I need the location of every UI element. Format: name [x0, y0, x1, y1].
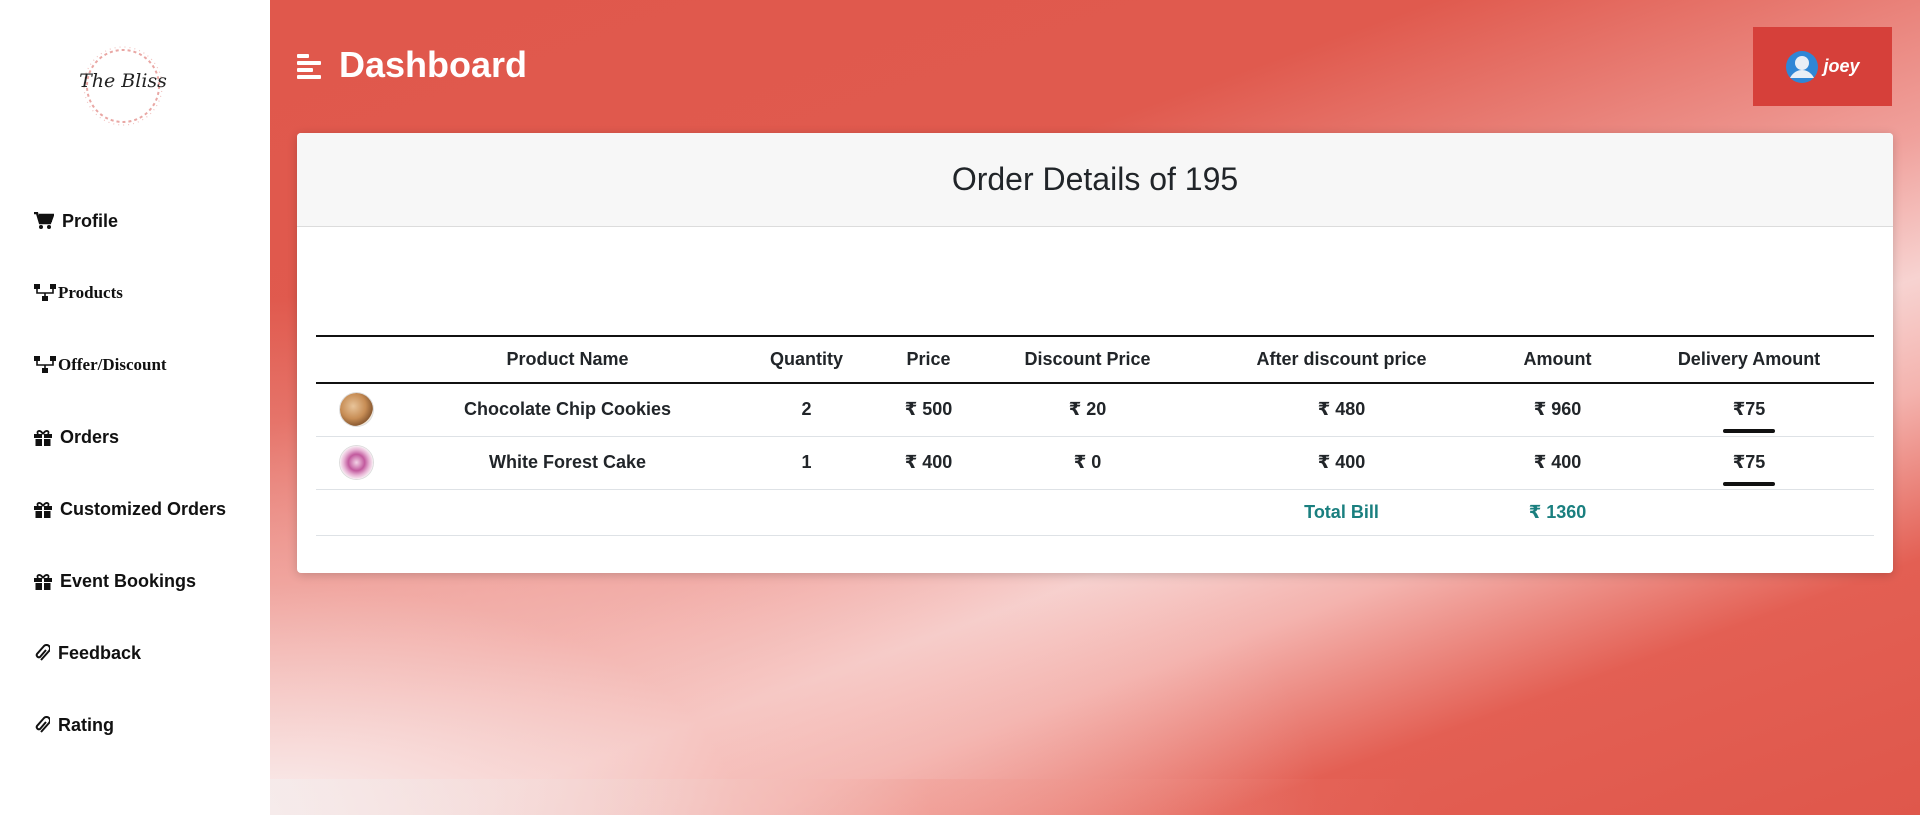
product-image-cell — [316, 383, 396, 437]
column-header-discount-price: Discount Price — [983, 335, 1192, 384]
delivery-amount-cell: ₹75 — [1624, 383, 1874, 437]
sidebar-item-label: Customized Orders — [60, 498, 227, 519]
sidebar-item-label: Offer/Discount — [58, 355, 167, 374]
gift-icon — [34, 501, 52, 518]
delivery-amount: ₹75 — [1722, 452, 1775, 486]
table-row: Chocolate Chip Cookies 2 ₹ 500 ₹ 20 ₹ 48… — [316, 383, 1874, 437]
total-bill-label: Total Bill — [1192, 489, 1491, 536]
delivery-amount: ₹75 — [1722, 399, 1775, 434]
brand-logo[interactable]: The Bliss — [78, 44, 168, 128]
sidebar-item-products[interactable]: Products — [34, 278, 123, 308]
sidebar-item-label: Rating — [58, 714, 114, 735]
price: ₹ 400 — [874, 436, 983, 490]
paperclip-icon — [35, 716, 50, 733]
gift-icon — [34, 573, 52, 590]
column-header-price: Price — [874, 335, 983, 384]
user-menu-button[interactable]: joey — [1753, 27, 1892, 106]
sidebar-item-rating[interactable]: Rating — [34, 710, 114, 740]
amount: ₹ 400 — [1491, 436, 1624, 490]
delivery-amount-cell: ₹75 — [1624, 436, 1874, 490]
sidebar-item-orders[interactable]: Orders — [34, 422, 119, 452]
sidebar-item-label: Feedback — [58, 642, 142, 663]
sitemap-icon — [34, 356, 56, 373]
product-name: Chocolate Chip Cookies — [396, 383, 739, 437]
discount-price: ₹ 0 — [983, 436, 1192, 490]
cart-icon — [34, 212, 54, 229]
sitemap-icon — [34, 284, 56, 301]
column-header-product-name: Product Name — [396, 335, 739, 384]
gift-icon — [34, 429, 52, 446]
sidebar-item-customized-orders[interactable]: Customized Orders — [34, 494, 226, 524]
total-bill-value: ₹ 1360 — [1491, 489, 1624, 536]
after-discount-price: ₹ 480 — [1192, 383, 1491, 437]
product-name: White Forest Cake — [396, 436, 739, 490]
column-header-image — [316, 335, 396, 384]
footer-strip — [270, 779, 1920, 815]
sidebar-item-profile[interactable]: Profile — [34, 206, 118, 236]
column-header-after-discount-price: After discount price — [1192, 335, 1491, 384]
product-image-cell — [316, 436, 396, 490]
sidebar-item-label: Products — [58, 283, 123, 302]
sidebar-item-label: Event Bookings — [60, 570, 197, 591]
price: ₹ 500 — [874, 383, 983, 437]
product-thumbnail[interactable] — [339, 393, 373, 427]
sidebar-item-event-bookings[interactable]: Event Bookings — [34, 566, 196, 596]
quantity: 2 — [739, 383, 874, 437]
card-header: Order Details of 195 — [297, 133, 1893, 227]
amount: ₹ 960 — [1491, 383, 1624, 437]
sidebar-item-feedback[interactable]: Feedback — [34, 638, 141, 668]
menu-toggle-icon[interactable] — [297, 54, 321, 80]
sidebar-item-label: Profile — [62, 210, 119, 231]
logo-text: The Bliss — [79, 70, 167, 92]
table-header-row: Product Name Quantity Price Discount Pri… — [316, 335, 1874, 384]
column-header-amount: Amount — [1491, 335, 1624, 384]
quantity: 1 — [739, 436, 874, 490]
paperclip-icon — [35, 644, 50, 661]
order-table: Product Name Quantity Price Discount Pri… — [316, 335, 1874, 536]
user-avatar-icon — [1786, 50, 1819, 83]
discount-price: ₹ 20 — [983, 383, 1192, 437]
user-name: joey — [1823, 56, 1860, 76]
after-discount-price: ₹ 400 — [1192, 436, 1491, 490]
total-row: Total Bill ₹ 1360 — [316, 489, 1874, 536]
sidebar-item-offer-discount[interactable]: Offer/Discount — [34, 350, 167, 380]
card-title: Order Details of 195 — [951, 161, 1239, 197]
sidebar: The Bliss Profile Products Offer/Discoun… — [0, 0, 270, 815]
table-row: White Forest Cake 1 ₹ 400 ₹ 0 ₹ 400 ₹ 40… — [316, 436, 1874, 490]
column-header-quantity: Quantity — [739, 335, 874, 384]
page-title: Dashboard — [339, 44, 528, 85]
sidebar-item-label: Orders — [60, 426, 120, 447]
order-details-card: Order Details of 195 Product Name Quanti… — [297, 133, 1893, 573]
column-header-delivery-amount: Delivery Amount — [1624, 335, 1874, 384]
product-thumbnail[interactable] — [339, 446, 373, 479]
